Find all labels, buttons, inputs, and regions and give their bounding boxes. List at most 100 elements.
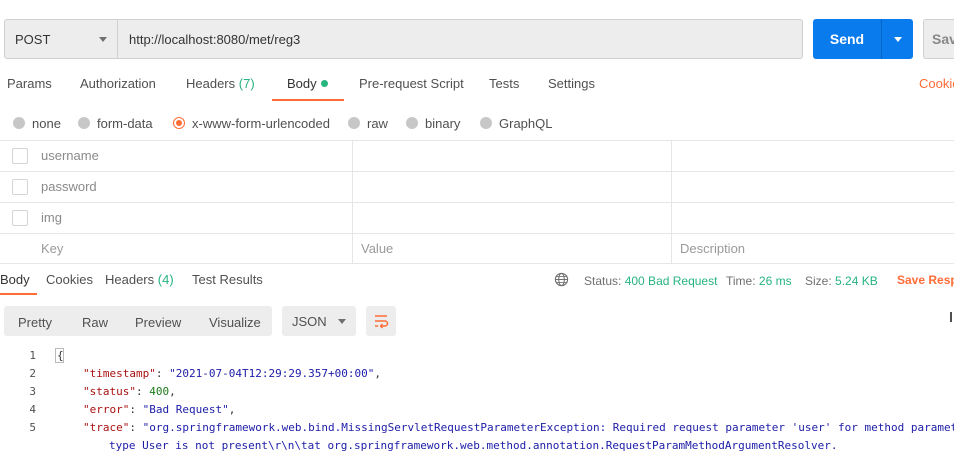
value-cell[interactable] [352,172,671,202]
status-readout: Status: 400 Bad Request [584,274,717,288]
response-tab-headers[interactable]: Headers (4) [105,272,174,287]
response-tab-body[interactable]: Body [0,272,30,287]
view-raw-button[interactable]: Raw [82,315,108,330]
table-row: password [0,171,954,202]
size-readout: Size: 5.24 KB [805,274,878,288]
radio-selected-icon [173,117,185,129]
tab-headers[interactable]: Headers (7) [186,76,255,98]
row-checkbox[interactable] [12,148,28,164]
response-tab-headers-label: Headers [105,272,155,287]
format-value: JSON [292,313,327,329]
tab-prerequest-script[interactable]: Pre-request Script [359,76,464,98]
key-cell[interactable]: password [32,172,352,202]
save-response-button[interactable]: Save Response [897,273,954,287]
key-placeholder[interactable]: Key [32,234,352,264]
tab-tests-label: Tests [489,76,520,91]
key-cell[interactable]: username [32,141,352,171]
key-cell[interactable]: img [32,203,352,233]
radio-icon [13,117,25,129]
view-preview-button[interactable]: Preview [135,315,181,330]
code-line: "error": "Bad Request", [83,403,236,416]
modified-dot-icon [320,80,328,87]
tab-params-label: Params [7,76,52,91]
wrap-lines-button[interactable] [366,306,396,336]
status-value[interactable]: 400 Bad Request [625,274,718,288]
row-checkbox[interactable] [12,179,28,195]
code-line: "status": 400, [83,385,176,398]
cookies-link[interactable]: Cookies [919,76,954,91]
response-tab-test-results[interactable]: Test Results [192,272,263,287]
radio-urlencoded[interactable]: x-www-form-urlencoded [173,115,330,131]
radio-icon [348,117,360,129]
json-number: 400 [149,385,170,398]
value-placeholder[interactable]: Value [352,234,671,264]
wrap-lines-icon [375,315,389,329]
radio-none[interactable]: none [13,115,61,131]
tab-active-indicator [272,99,344,101]
radio-raw[interactable]: raw [348,115,388,131]
code-line: { [57,349,64,362]
radio-binary[interactable]: binary [406,115,460,131]
tab-body-label: Body [287,76,317,91]
radio-form-data[interactable]: form-data [78,115,153,131]
globe-icon[interactable] [554,272,569,287]
size-value[interactable]: 5.24 KB [835,274,878,288]
response-tab-headers-count: (4) [157,272,174,287]
save-response-label: Save Response [897,273,954,287]
json-key: "error" [83,403,130,416]
radio-form-data-label: form-data [97,115,153,131]
tab-authorization[interactable]: Authorization [80,76,156,98]
description-cell[interactable] [671,203,954,233]
code-line: "trace": "org.springframework.web.bind.M… [83,421,954,434]
row-checkbox-cell [0,234,32,264]
line-number: 2 [29,367,36,380]
tab-prerequest-label: Pre-request Script [359,76,464,91]
send-button[interactable]: Send [813,19,913,59]
line-number: 1 [29,349,36,362]
view-visualize-button[interactable]: Visualize [209,315,261,330]
time-value[interactable]: 26 ms [759,274,792,288]
divider [0,263,954,264]
view-visualize-label: Visualize [209,315,261,330]
description-cell[interactable] [671,141,954,171]
json-string: "2021-07-04T12:29:29.357+00:00" [169,367,375,380]
json-string: "org.springframework.web.bind.MissingSer… [142,421,954,434]
radio-graphql[interactable]: GraphQL [480,115,552,131]
tab-params[interactable]: Params [7,76,52,98]
table-row: username [0,140,954,171]
tab-settings[interactable]: Settings [548,76,595,98]
json-string: "Bad Request" [142,403,229,416]
code-line: "timestamp": "2021-07-04T12:29:29.357+00… [83,367,382,380]
value-cell[interactable] [352,203,671,233]
save-button[interactable]: Save [923,19,954,59]
json-key: "status" [83,385,136,398]
method-select[interactable]: POST [4,19,118,59]
tab-tests[interactable]: Tests [489,76,519,98]
chevron-down-icon [338,318,346,324]
save-label: Save [932,31,954,47]
row-checkbox-cell [0,203,32,233]
format-select[interactable]: JSON [282,306,356,336]
response-tab-active-indicator [0,293,37,295]
json-key: "timestamp" [83,367,156,380]
tab-settings-label: Settings [548,76,595,91]
response-tab-cookies-label: Cookies [46,272,93,287]
size-label: Size: [805,274,832,288]
tab-headers-count: (7) [238,76,255,91]
tab-body[interactable]: Body [287,76,328,98]
send-label: Send [829,31,865,47]
view-pretty-button[interactable]: Pretty [18,315,52,330]
description-cell[interactable] [671,172,954,202]
view-preview-label: Preview [135,315,182,330]
value-cell[interactable] [352,141,671,171]
response-tab-test-results-label: Test Results [192,272,263,287]
row-checkbox[interactable] [12,210,28,226]
send-options-button[interactable] [882,36,913,42]
cookies-label: Cookies [919,76,954,91]
tab-authorization-label: Authorization [80,76,156,91]
radio-icon [406,117,418,129]
url-input[interactable]: http://localhost:8080/met/reg3 [118,19,803,59]
scroll-edge-marker [950,312,952,322]
description-placeholder[interactable]: Description [671,234,954,264]
response-tab-cookies[interactable]: Cookies [46,272,93,287]
